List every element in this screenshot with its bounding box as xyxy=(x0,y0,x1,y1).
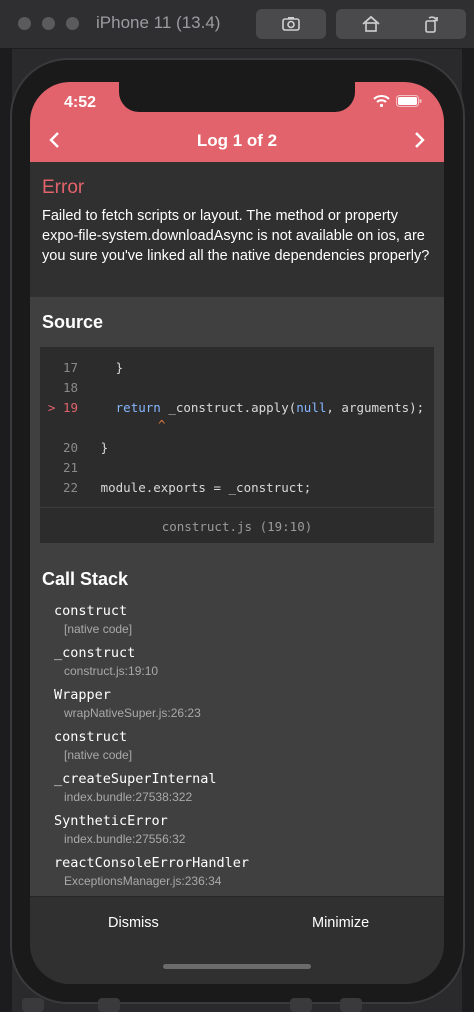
call-stack-frame[interactable]: _createSuperInternal index.bundle:27538:… xyxy=(54,771,217,804)
code-line-highlighted: > 19 return _construct.apply(null, argum… xyxy=(47,400,425,415)
code-line: 17 } xyxy=(62,360,124,375)
zoom-window-button[interactable] xyxy=(66,17,79,30)
source-code-box: 17 } 18 > 19 return _construct.apply(nul… xyxy=(40,347,434,543)
source-file-location: construct.js (19:10) xyxy=(40,507,434,544)
minimize-button[interactable]: Minimize xyxy=(312,915,369,931)
home-indicator[interactable] xyxy=(163,964,311,969)
screenshot-icon xyxy=(282,17,300,31)
screenshot-button[interactable] xyxy=(256,9,326,39)
log-title: Log 1 of 2 xyxy=(196,131,278,150)
status-time: 4:52 xyxy=(64,94,97,111)
call-stack-frame[interactable]: Wrapper wrapNativeSuper.js:26:23 xyxy=(54,687,201,720)
phone-screen: 4:52 Log 1 of 2 Error Failed to fetch sc… xyxy=(30,82,444,984)
header-bar: 4:52 Log 1 of 2 xyxy=(30,82,444,162)
bottom-action-bar: Dismiss Minimize xyxy=(30,896,444,984)
call-stack-frame[interactable]: reactConsoleErrorHandler ExceptionsManag… xyxy=(54,855,249,888)
simulator-titlebar: iPhone 11 (13.4) xyxy=(0,0,474,49)
dismiss-button[interactable]: Dismiss xyxy=(108,915,159,931)
error-caret: ^ xyxy=(158,417,166,432)
code-line: 22 module.exports = _construct; xyxy=(62,480,312,495)
error-message: Failed to fetch scripts or layout. The m… xyxy=(42,208,430,264)
dock-item xyxy=(340,998,362,1012)
dock-item xyxy=(98,998,120,1012)
rotate-button[interactable] xyxy=(396,9,466,39)
call-stack-frame[interactable]: construct [native code] xyxy=(54,603,132,636)
source-title: Source xyxy=(42,312,104,332)
code-line: 20 } xyxy=(62,440,109,455)
simulator-title: iPhone 11 (13.4) xyxy=(96,13,221,32)
chevron-right-icon[interactable] xyxy=(410,130,428,150)
dock-item xyxy=(22,998,44,1012)
code-line: 21 xyxy=(62,460,78,475)
minimize-window-button[interactable] xyxy=(42,17,55,30)
notch xyxy=(119,82,355,112)
call-stack-frame[interactable]: SyntheticError index.bundle:27556:32 xyxy=(54,813,185,846)
wifi-icon xyxy=(373,95,390,107)
status-icons xyxy=(373,95,422,107)
rotate-icon xyxy=(425,16,438,33)
call-stack-frame[interactable]: construct [native code] xyxy=(54,729,132,762)
error-title: Error xyxy=(42,177,85,198)
call-stack-title: Call Stack xyxy=(42,569,129,589)
home-icon xyxy=(362,15,380,32)
close-window-button[interactable] xyxy=(18,17,31,30)
battery-icon xyxy=(396,95,422,107)
call-stack-frame[interactable]: _construct construct.js:19:10 xyxy=(54,645,158,678)
dock-item xyxy=(290,998,312,1012)
code-line: 18 xyxy=(62,380,78,395)
